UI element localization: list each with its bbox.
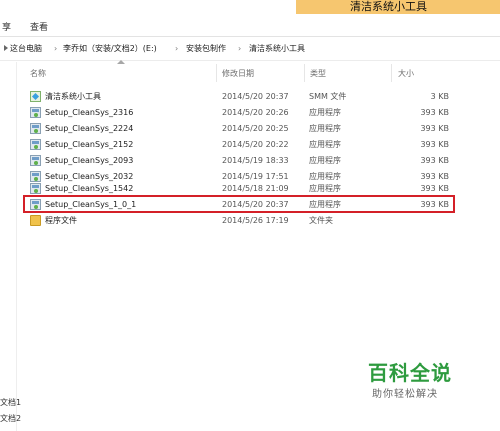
breadcrumb-this-pc[interactable]: 这台电脑 [10,43,42,55]
exe-icon [30,123,41,134]
ribbon [0,14,500,37]
file-type: SMM 文件 [309,92,347,101]
file-type: 应用程序 [309,108,341,117]
column-header-name[interactable]: 名称 [30,68,46,79]
file-date: 2014/5/18 21:09 [222,184,289,193]
breadcrumb-separator-icon: › [54,44,58,53]
breadcrumb-current[interactable]: 清洁系统小工具 [249,43,305,55]
sort-ascending-icon [117,60,125,64]
window-title: 清洁系统小工具 [350,0,427,13]
file-size: 393 KB [420,124,449,133]
file-type: 应用程序 [309,156,341,165]
file-date: 2014/5/26 17:19 [222,216,289,225]
ribbon-tab-share[interactable]: 享 [2,20,11,33]
exe-icon [30,107,41,118]
smm-file-icon [30,91,41,102]
file-row[interactable]: Setup_CleanSys_2316 2014/5/20 20:26 应用程序… [28,105,452,120]
file-type: 应用程序 [309,184,341,193]
file-size: 393 KB [420,184,449,193]
column-header-date[interactable]: 修改日期 [222,68,254,79]
column-header-size[interactable]: 大小 [398,68,414,79]
file-name: Setup_CleanSys_2316 [45,108,134,117]
file-row[interactable]: Setup_CleanSys_2152 2014/5/20 20:22 应用程序… [28,137,452,152]
file-date: 2014/5/20 20:25 [222,124,289,133]
file-size: 393 KB [420,140,449,149]
file-date: 2014/5/20 20:22 [222,140,289,149]
column-divider[interactable] [304,64,305,82]
exe-icon [30,183,41,194]
breadcrumb-folder[interactable]: 安装包制作 [186,43,226,55]
highlight-box [23,195,455,213]
file-name: Setup_CleanSys_2152 [45,140,134,149]
file-size: 3 KB [430,92,449,101]
file-name: 程序文件 [45,216,77,225]
watermark-title: 百科全说 [368,361,452,385]
file-row[interactable]: Setup_CleanSys_2224 2014/5/20 20:25 应用程序… [28,121,452,136]
file-row[interactable]: Setup_CleanSys_2093 2014/5/19 18:33 应用程序… [28,153,452,168]
file-row[interactable]: 程序文件 2014/5/26 17:19 文件夹 [28,213,452,228]
file-name: Setup_CleanSys_1542 [45,184,134,193]
file-type: 文件夹 [309,216,333,225]
watermark-subtitle: 助你轻松解决 [372,389,438,400]
file-type: 应用程序 [309,140,341,149]
file-name: 清洁系统小工具 [45,92,101,101]
nav-item-fragment[interactable]: 文档1 [0,397,21,408]
navigation-pane-divider [16,62,17,431]
nav-item-fragment[interactable]: 文档2 [0,413,21,424]
file-name: Setup_CleanSys_2224 [45,124,134,133]
file-date: 2014/5/20 20:37 [222,92,289,101]
file-date: 2014/5/20 20:26 [222,108,289,117]
breadcrumb-separator-icon: › [175,44,179,53]
folder-icon [30,215,41,226]
column-divider[interactable] [216,64,217,82]
file-name: Setup_CleanSys_2093 [45,156,134,165]
expand-arrow-icon[interactable] [4,45,8,51]
breadcrumb-separator-icon: › [238,44,242,53]
file-size: 393 KB [420,156,449,165]
file-date: 2014/5/19 18:33 [222,156,289,165]
exe-icon [30,155,41,166]
column-header-type[interactable]: 类型 [310,68,326,79]
file-row[interactable]: 清洁系统小工具 2014/5/20 20:37 SMM 文件 3 KB [28,89,452,104]
ribbon-tab-view[interactable]: 查看 [30,20,48,33]
column-divider[interactable] [391,64,392,82]
file-row[interactable]: Setup_CleanSys_1542 2014/5/18 21:09 应用程序… [28,181,452,196]
exe-icon [30,139,41,150]
file-type: 应用程序 [309,124,341,133]
breadcrumb-drive[interactable]: 李乔如（安装/文档2）(E:) [63,43,157,55]
file-size: 393 KB [420,108,449,117]
